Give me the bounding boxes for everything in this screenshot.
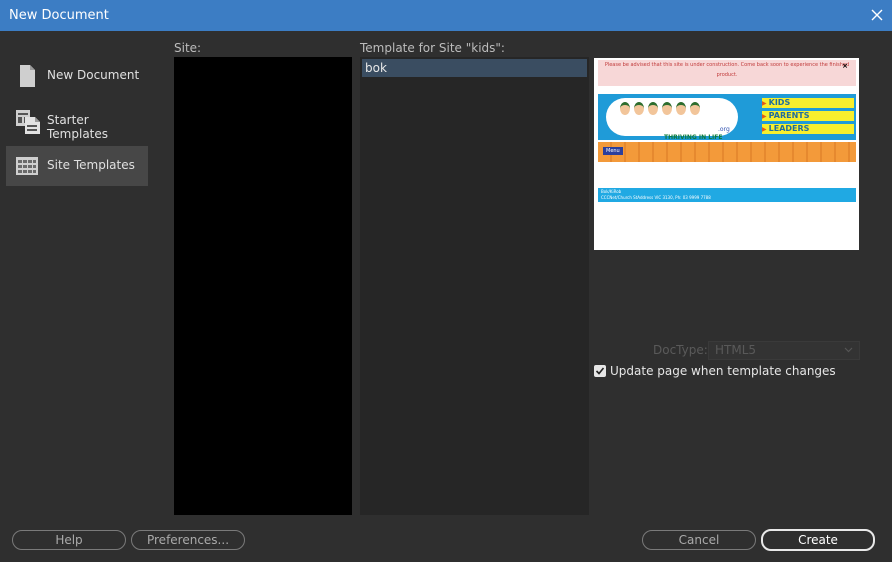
sidebar-item-new-document[interactable]: New Document: [6, 56, 148, 96]
preview-footer-line: CCCNet/Church StAddress VIC 3130, Ph: 03…: [601, 195, 711, 200]
cancel-button[interactable]: Cancel: [642, 530, 756, 550]
preview-org: .org: [718, 126, 730, 133]
update-page-label: Update page when template changes: [610, 364, 836, 378]
site-templates-icon: [15, 154, 39, 178]
starter-templates-icon: [15, 109, 40, 134]
preview-menu-item: KIDS: [762, 98, 854, 108]
sidebar-item-label: Site Templates: [47, 158, 135, 172]
checkmark-icon: [595, 367, 605, 375]
sidebar-item-starter-templates[interactable]: Starter Templates: [6, 101, 148, 141]
site-list[interactable]: [174, 57, 352, 515]
update-page-checkbox[interactable]: [594, 365, 606, 377]
template-list[interactable]: bok: [360, 57, 589, 515]
doctype-select[interactable]: HTML5: [708, 341, 860, 360]
doctype-label: DocType:: [653, 343, 708, 357]
window-title: New Document: [9, 8, 109, 23]
sidebar-item-site-templates[interactable]: Site Templates: [6, 146, 148, 186]
preferences-button[interactable]: Preferences...: [131, 530, 245, 550]
preview-kids-image: [620, 102, 704, 118]
sidebar-item-label: New Document: [47, 68, 140, 82]
preview-menu-button: Menu: [603, 147, 623, 155]
close-button[interactable]: [862, 0, 892, 31]
sidebar-item-label: Starter Templates: [47, 113, 109, 141]
chevron-down-icon: [844, 347, 853, 353]
preview-notice-text: Please be advised that this site is unde…: [604, 62, 850, 78]
preview-menu-item: LEADERS: [762, 124, 854, 134]
preview-banner: .org THRIVING IN LIFE KIDS PARENTS LEADE…: [598, 94, 856, 141]
title-bar: New Document: [0, 0, 892, 31]
template-preview: Please be advised that this site is unde…: [594, 58, 859, 250]
site-label: Site:: [174, 41, 202, 55]
doctype-value: HTML5: [715, 343, 757, 357]
preview-footer: Bok/KiRob CCCNet/Church StAddress VIC 31…: [598, 188, 856, 202]
preview-close-icon: ×: [842, 62, 848, 70]
close-icon: [871, 9, 883, 21]
help-button[interactable]: Help: [12, 530, 126, 550]
template-label: Template for Site "kids":: [360, 41, 505, 55]
new-document-icon: [15, 64, 39, 88]
preview-menu-item: PARENTS: [762, 111, 854, 121]
preview-cloud: .org THRIVING IN LIFE: [606, 98, 738, 141]
preview-slogan: THRIVING IN LIFE: [664, 134, 723, 141]
list-item[interactable]: bok: [362, 59, 587, 77]
preview-brick-bar: Menu: [598, 142, 856, 162]
create-button[interactable]: Create: [761, 529, 875, 551]
preview-notice: Please be advised that this site is unde…: [598, 60, 856, 86]
